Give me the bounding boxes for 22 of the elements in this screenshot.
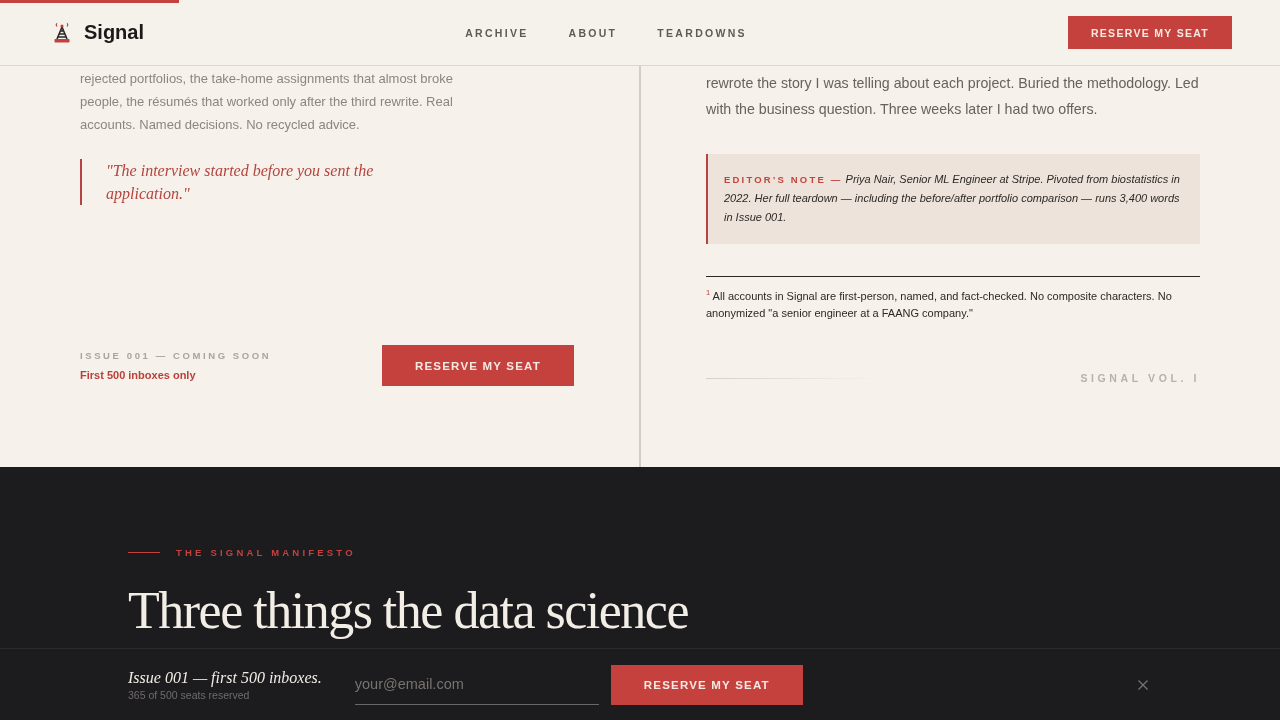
footnote: $^{1}$ All accounts in Signal are first-person, named, and fact-checked. No composite characters. No anonymized "a senior engineer at a FAANG company." — [706, 288, 1173, 321]
issue-label: ISSUE 001 — COMING SOON — [80, 350, 272, 361]
scarcity-note: First 500 inboxes only — [80, 369, 196, 381]
close-icon — [1138, 679, 1148, 690]
close-button[interactable] — [1138, 679, 1148, 690]
seat-count: 365 of 500 seats reserved — [128, 689, 250, 701]
offer-title: Issue 001 — first 500 inboxes. — [128, 668, 322, 687]
nav-link[interactable]: TEARDOWNS — [657, 26, 747, 39]
reserve-seat-button[interactable]: RESERVE MY SEAT — [1068, 16, 1232, 49]
reserve-seat-button[interactable]: RESERVE MY SEAT — [382, 345, 574, 386]
tower-icon — [53, 22, 71, 43]
email-field[interactable]: your@email.com — [354, 664, 599, 705]
article-paragraph: rejected portfolios, the take-home assignments that almost broke people, the résumés that worked only after the third rewrite. Real accounts. Named decisions. No recycled advice. — [80, 70, 454, 134]
eyebrow-label: THE SIGNAL MANIFESTO — [176, 547, 356, 558]
pull-quote: "The interview started before you sent the application." — [80, 159, 406, 205]
nav-link[interactable]: ABOUT — [568, 26, 618, 39]
editor-note: EDITOR'S NOTE — Priya Nair, Senior ML Engineer at Stripe. Pivoted from biostatistics in 2022. Her full teardown — including the before/after portfolio comparison — runs 3,400 words in Issue 001. — [706, 154, 1200, 244]
brand-name: Signal — [84, 21, 144, 44]
article-paragraph: rewrote the story I was telling about each project. Buried the methodology. Led with the business question. Three weeks later I had two offers. — [706, 74, 1200, 119]
reserve-seat-button[interactable]: RESERVE MY SEAT — [610, 664, 803, 705]
nav-link[interactable]: ARCHIVE — [465, 26, 529, 39]
manifesto-heading: Three things the data science — [128, 584, 688, 638]
